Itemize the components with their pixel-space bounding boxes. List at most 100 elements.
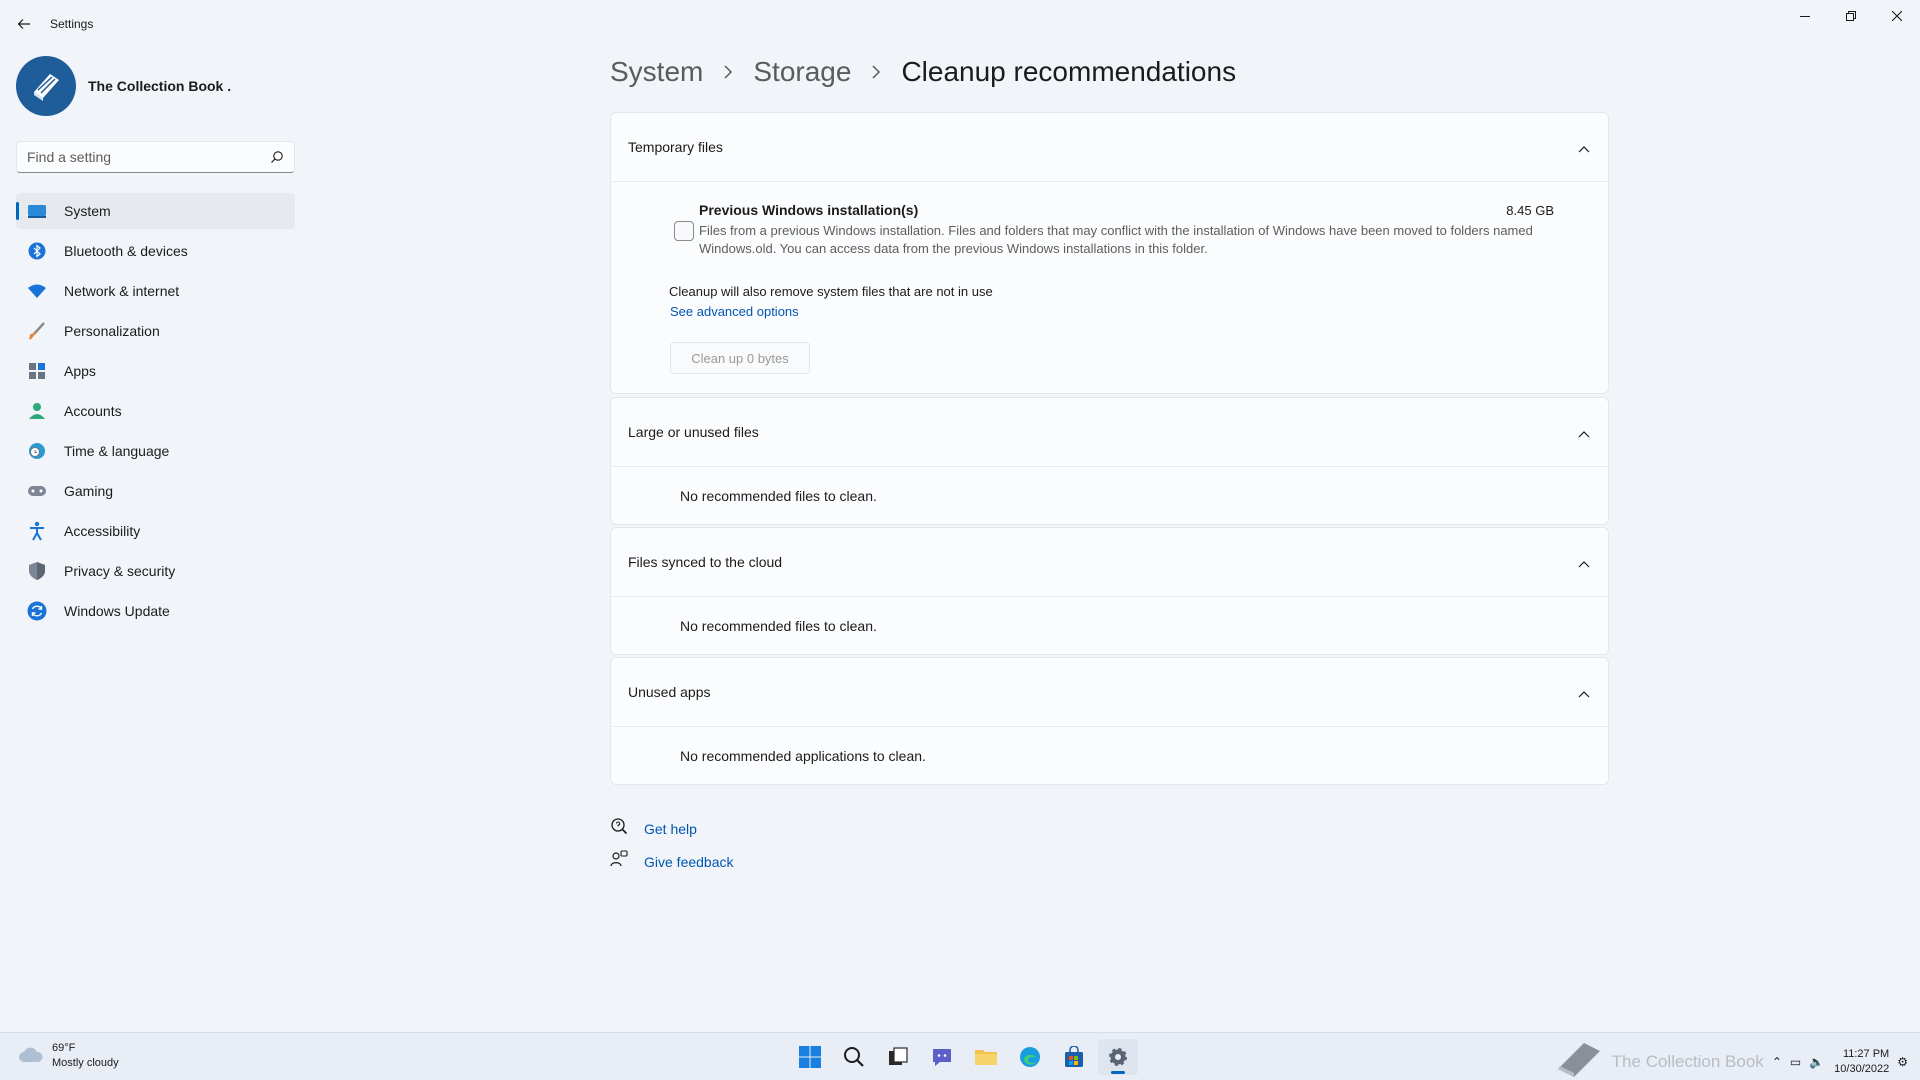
- breadcrumb-storage[interactable]: Storage: [753, 56, 851, 88]
- large-unused-files-header[interactable]: Large or unused files: [611, 398, 1608, 466]
- windows-logo-icon: [799, 1046, 821, 1068]
- chat-icon: [933, 1049, 951, 1066]
- breadcrumb-system[interactable]: System: [610, 56, 703, 88]
- notification-icon[interactable]: ⚙: [1897, 1055, 1908, 1069]
- teams-chat-button[interactable]: [922, 1039, 962, 1075]
- give-feedback-row[interactable]: Give feedback: [610, 850, 734, 873]
- empty-message: No recommended files to clean.: [680, 488, 877, 504]
- cloud-files-body: No recommended files to clean.: [611, 596, 1608, 654]
- gear-icon: [1109, 1048, 1127, 1066]
- weather-widget[interactable]: 69°F Mostly cloudy: [18, 1041, 119, 1071]
- chevron-right-icon: [723, 65, 733, 79]
- get-help-link[interactable]: Get help: [644, 821, 697, 837]
- sidebar-item-bluetooth[interactable]: Bluetooth & devices: [16, 233, 295, 269]
- search-box[interactable]: [16, 141, 295, 173]
- sidebar-item-gaming[interactable]: Gaming: [16, 473, 295, 509]
- see-advanced-options-link[interactable]: See advanced options: [670, 304, 799, 319]
- clock-date: 10/30/2022: [1834, 1062, 1890, 1075]
- globe-clock-icon: [26, 440, 48, 462]
- search-icon: [844, 1047, 864, 1067]
- page-title: Cleanup recommendations: [901, 56, 1237, 87]
- start-button[interactable]: [790, 1039, 830, 1075]
- system-icon: [26, 200, 48, 222]
- sidebar-item-time-language[interactable]: Time & language: [16, 433, 295, 469]
- user-profile[interactable]: The Collection Book .: [16, 56, 231, 116]
- system-tray: The Collection Book ⌃ ▭ 🔈 11:27 PM 10/30…: [1554, 1039, 1908, 1080]
- restore-button[interactable]: [1828, 0, 1874, 32]
- clock-time: 11:27 PM: [1842, 1047, 1890, 1060]
- section-title: Unused apps: [628, 684, 711, 700]
- controller-icon: [26, 480, 48, 502]
- previous-windows-checkbox[interactable]: [674, 221, 694, 241]
- weather-description: Mostly cloudy: [52, 1057, 119, 1069]
- edge-browser-button[interactable]: [1010, 1039, 1050, 1075]
- sidebar-nav: System Bluetooth & devices Network & int…: [16, 193, 295, 633]
- item-title: Previous Windows installation(s): [699, 202, 919, 218]
- section-title: Large or unused files: [628, 424, 759, 440]
- bluetooth-icon: [26, 240, 48, 262]
- shield-icon: [26, 560, 48, 582]
- wifi-icon: [26, 280, 48, 302]
- sidebar-item-network[interactable]: Network & internet: [16, 273, 295, 309]
- update-icon: [26, 600, 48, 622]
- clock[interactable]: 11:27 PM 10/30/2022: [1834, 1047, 1889, 1077]
- chevron-up-icon: [1578, 425, 1590, 441]
- sidebar-item-system[interactable]: System: [16, 193, 295, 229]
- folder-icon: [975, 1050, 997, 1065]
- large-unused-files-section: Large or unused files No recommended fil…: [610, 397, 1609, 525]
- close-icon: [1892, 11, 1902, 21]
- apps-icon: [26, 360, 48, 382]
- minimize-icon: [1800, 16, 1810, 17]
- back-arrow-icon: [17, 19, 30, 29]
- temporary-files-section: Temporary files Previous Windows install…: [610, 112, 1609, 394]
- cloud-icon: [18, 1044, 44, 1069]
- cloud-files-section: Files synced to the cloud No recommended…: [610, 527, 1609, 655]
- cloud-files-header[interactable]: Files synced to the cloud: [611, 528, 1608, 596]
- accessibility-icon: [26, 520, 48, 542]
- sidebar-item-accounts[interactable]: Accounts: [16, 393, 295, 429]
- volume-icon[interactable]: 🔈: [1809, 1055, 1824, 1069]
- restore-icon: [1846, 11, 1856, 21]
- network-status-icon[interactable]: ▭: [1790, 1055, 1801, 1069]
- chevron-right-icon: [871, 65, 881, 79]
- chevron-up-icon[interactable]: ⌃: [1772, 1055, 1782, 1069]
- sidebar-item-windows-update[interactable]: Windows Update: [16, 593, 295, 629]
- microsoft-store-button[interactable]: [1054, 1039, 1094, 1075]
- unused-apps-header[interactable]: Unused apps: [611, 658, 1608, 726]
- get-help-row[interactable]: Get help: [610, 817, 697, 840]
- item-description: Files from a previous Windows installati…: [699, 223, 1533, 256]
- profile-name: The Collection Book .: [88, 78, 232, 94]
- sidebar-item-privacy[interactable]: Privacy & security: [16, 553, 295, 589]
- close-button[interactable]: [1874, 0, 1920, 32]
- account-icon: [26, 400, 48, 422]
- unused-apps-body: No recommended applications to clean.: [611, 726, 1608, 784]
- sidebar-item-apps[interactable]: Apps: [16, 353, 295, 389]
- empty-message: No recommended files to clean.: [680, 618, 877, 634]
- settings-app-button[interactable]: [1098, 1039, 1138, 1075]
- give-feedback-link[interactable]: Give feedback: [644, 854, 734, 870]
- file-explorer-button[interactable]: [966, 1039, 1006, 1075]
- taskbar-search-button[interactable]: [834, 1039, 874, 1075]
- sidebar-item-personalization[interactable]: Personalization: [16, 313, 295, 349]
- chevron-up-icon: [1578, 555, 1590, 571]
- title-bar: Settings: [0, 0, 1920, 48]
- minimize-button[interactable]: [1782, 0, 1828, 32]
- help-icon: [610, 817, 628, 840]
- back-button[interactable]: [10, 10, 38, 38]
- weather-temperature: 69°F: [52, 1042, 76, 1054]
- clean-up-button[interactable]: Clean up 0 bytes: [670, 342, 810, 374]
- section-title: Temporary files: [628, 139, 723, 155]
- task-view-button[interactable]: [878, 1039, 918, 1075]
- temporary-files-header[interactable]: Temporary files: [611, 113, 1608, 181]
- search-icon[interactable]: [270, 150, 284, 169]
- search-input[interactable]: [17, 142, 257, 172]
- unused-apps-section: Unused apps No recommended applications …: [610, 657, 1609, 785]
- item-size: 8.45 GB: [1506, 203, 1554, 218]
- breadcrumb: System Storage Cleanup recommendations: [610, 56, 1236, 88]
- empty-message: No recommended applications to clean.: [680, 748, 926, 764]
- edge-icon: [1020, 1047, 1040, 1067]
- feedback-icon: [610, 850, 628, 873]
- app-title: Settings: [50, 17, 94, 31]
- taskbar-apps: [790, 1039, 1142, 1075]
- sidebar-item-accessibility[interactable]: Accessibility: [16, 513, 295, 549]
